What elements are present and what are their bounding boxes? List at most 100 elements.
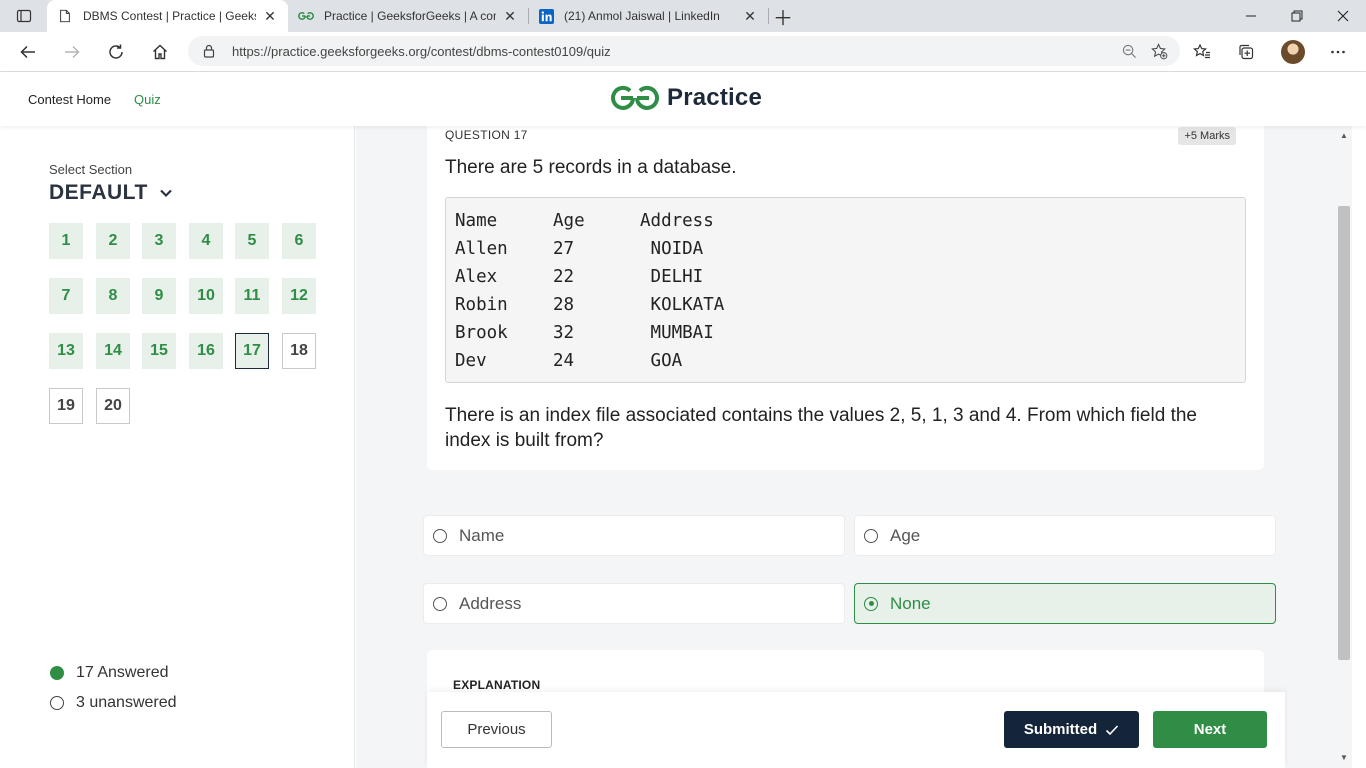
add-favorite-icon[interactable]: [1144, 36, 1174, 66]
question-button-2[interactable]: 2: [96, 223, 130, 259]
scrollbar-thumb[interactable]: [1338, 206, 1350, 660]
question-button-18[interactable]: 18: [282, 333, 316, 369]
code-cell: MUMBAI: [640, 323, 714, 343]
chevron-down-icon: [160, 189, 172, 198]
code-cell: 22: [553, 267, 575, 287]
previous-button[interactable]: Previous: [441, 711, 552, 748]
question-intro: There are 5 records in a database.: [445, 157, 737, 178]
forward-icon[interactable]: [56, 36, 88, 68]
tab-title: Practice | GeeksforGeeks | A com: [324, 9, 496, 23]
site-header: Contest Home Quiz Practice: [0, 72, 1366, 126]
close-window-icon[interactable]: [1320, 0, 1366, 32]
code-row: Brook 32 MUMBAI: [455, 319, 1236, 347]
section-dropdown[interactable]: DEFAULT: [49, 181, 174, 205]
radio-selected-icon: [864, 596, 878, 611]
question-button-4[interactable]: 4: [189, 223, 223, 259]
brand-name: Practice: [667, 84, 762, 111]
code-cell: Allen: [455, 239, 508, 259]
code-cell: 27: [553, 239, 575, 259]
option-label: Name: [459, 525, 505, 545]
collections-icon[interactable]: [1230, 36, 1262, 68]
question-button-11[interactable]: 11: [235, 278, 269, 314]
question-button-5[interactable]: 5: [235, 223, 269, 259]
code-cell: Name: [455, 211, 498, 231]
close-tab-icon[interactable]: ✕: [742, 8, 758, 24]
section-name: DEFAULT: [49, 181, 148, 204]
next-button[interactable]: Next: [1153, 711, 1267, 748]
new-tab-button[interactable]: ＋: [771, 4, 795, 30]
code-cell: 24: [553, 351, 575, 371]
zoom-out-icon[interactable]: [1114, 36, 1144, 66]
code-cell: GOA: [640, 351, 683, 371]
page-icon: [57, 8, 73, 24]
close-tab-icon[interactable]: ✕: [262, 8, 278, 24]
browser-tab-bar: DBMS Contest | Practice | Geeksf ✕ Pract…: [0, 0, 1366, 32]
minimize-icon[interactable]: [1228, 0, 1274, 32]
question-button-17[interactable]: 17: [235, 333, 269, 369]
question-button-10[interactable]: 10: [189, 278, 223, 314]
radio-icon: [433, 528, 447, 543]
gfg-practice-logo[interactable]: Practice: [609, 83, 762, 113]
option-label: None: [890, 593, 931, 613]
code-cell: Dev: [455, 351, 487, 371]
nav-contest-home[interactable]: Contest Home: [28, 92, 111, 107]
scroll-down-icon[interactable]: ▼: [1339, 752, 1349, 762]
code-cell: Brook: [455, 323, 508, 343]
question-button-19[interactable]: 19: [49, 388, 83, 424]
code-cell: Age: [553, 211, 585, 231]
nav-quiz[interactable]: Quiz: [134, 92, 161, 107]
question-button-9[interactable]: 9: [142, 278, 176, 314]
browser-tab-gfg-practice[interactable]: Practice | GeeksforGeeks | A com ✕: [288, 0, 528, 32]
quiz-main-area: QUESTION 17 +5 Marks There are 5 records…: [356, 126, 1336, 768]
radio-icon: [864, 528, 878, 543]
gfg-icon: [298, 8, 314, 24]
home-icon[interactable]: [144, 36, 176, 68]
question-button-7[interactable]: 7: [49, 278, 83, 314]
question-button-6[interactable]: 6: [282, 223, 316, 259]
select-section-label: Select Section: [49, 162, 133, 177]
lock-icon[interactable]: [202, 44, 216, 58]
code-cell: KOLKATA: [640, 295, 725, 315]
question-button-3[interactable]: 3: [142, 223, 176, 259]
question-body: There is an index file associated contai…: [445, 405, 1197, 451]
scroll-up-icon[interactable]: ▲: [1339, 130, 1349, 140]
code-row: Alex 22 DELHI: [455, 263, 1236, 291]
restore-icon[interactable]: [1274, 0, 1320, 32]
option-name[interactable]: Name: [423, 515, 845, 556]
url-text[interactable]: https://practice.geeksforgeeks.org/conte…: [232, 44, 1114, 59]
explanation-title: EXPLANATION: [453, 678, 541, 692]
question-button-15[interactable]: 15: [142, 333, 176, 369]
option-address[interactable]: Address: [423, 583, 845, 624]
more-options-icon[interactable]: [1322, 36, 1354, 68]
profile-avatar[interactable]: [1281, 40, 1305, 64]
question-button-16[interactable]: 16: [189, 333, 223, 369]
gfg-logo-icon: [611, 85, 659, 110]
option-label: Address: [459, 593, 522, 613]
radio-icon: [433, 596, 447, 611]
question-button-1[interactable]: 1: [49, 223, 83, 259]
favorites-icon[interactable]: [1186, 36, 1218, 68]
question-button-14[interactable]: 14: [96, 333, 130, 369]
question-button-8[interactable]: 8: [96, 278, 130, 314]
question-button-20[interactable]: 20: [96, 388, 130, 424]
page-scrollbar[interactable]: ▲ ▼: [1336, 126, 1352, 768]
option-age[interactable]: Age: [854, 515, 1276, 556]
marks-badge: +5 Marks: [1178, 127, 1236, 145]
refresh-icon[interactable]: [100, 36, 132, 68]
tab-actions-icon[interactable]: [8, 4, 40, 28]
linkedin-icon: [538, 8, 554, 24]
tab-title: (21) Anmol Jaiswal | LinkedIn: [564, 9, 720, 23]
submitted-button[interactable]: Submitted: [1004, 711, 1139, 748]
question-navigator-panel: Select Section DEFAULT 1 2 3 4 5 6 7 8 9 10 11 12 13…: [0, 126, 355, 768]
browser-tab-dbms-contest[interactable]: DBMS Contest | Practice | Geeksf ✕: [47, 0, 288, 32]
question-number: QUESTION 17: [445, 128, 528, 142]
browser-tab-linkedin[interactable]: (21) Anmol Jaiswal | LinkedIn ✕: [528, 0, 768, 32]
tab-title: DBMS Contest | Practice | Geeksf: [83, 9, 256, 23]
code-cell: NOIDA: [640, 239, 704, 259]
close-tab-icon[interactable]: ✕: [502, 8, 518, 24]
option-none[interactable]: None: [854, 583, 1276, 624]
question-button-12[interactable]: 12: [282, 278, 316, 314]
back-icon[interactable]: [12, 36, 44, 68]
question-button-13[interactable]: 13: [49, 333, 83, 369]
address-bar[interactable]: https://practice.geeksforgeeks.org/conte…: [188, 36, 1180, 66]
